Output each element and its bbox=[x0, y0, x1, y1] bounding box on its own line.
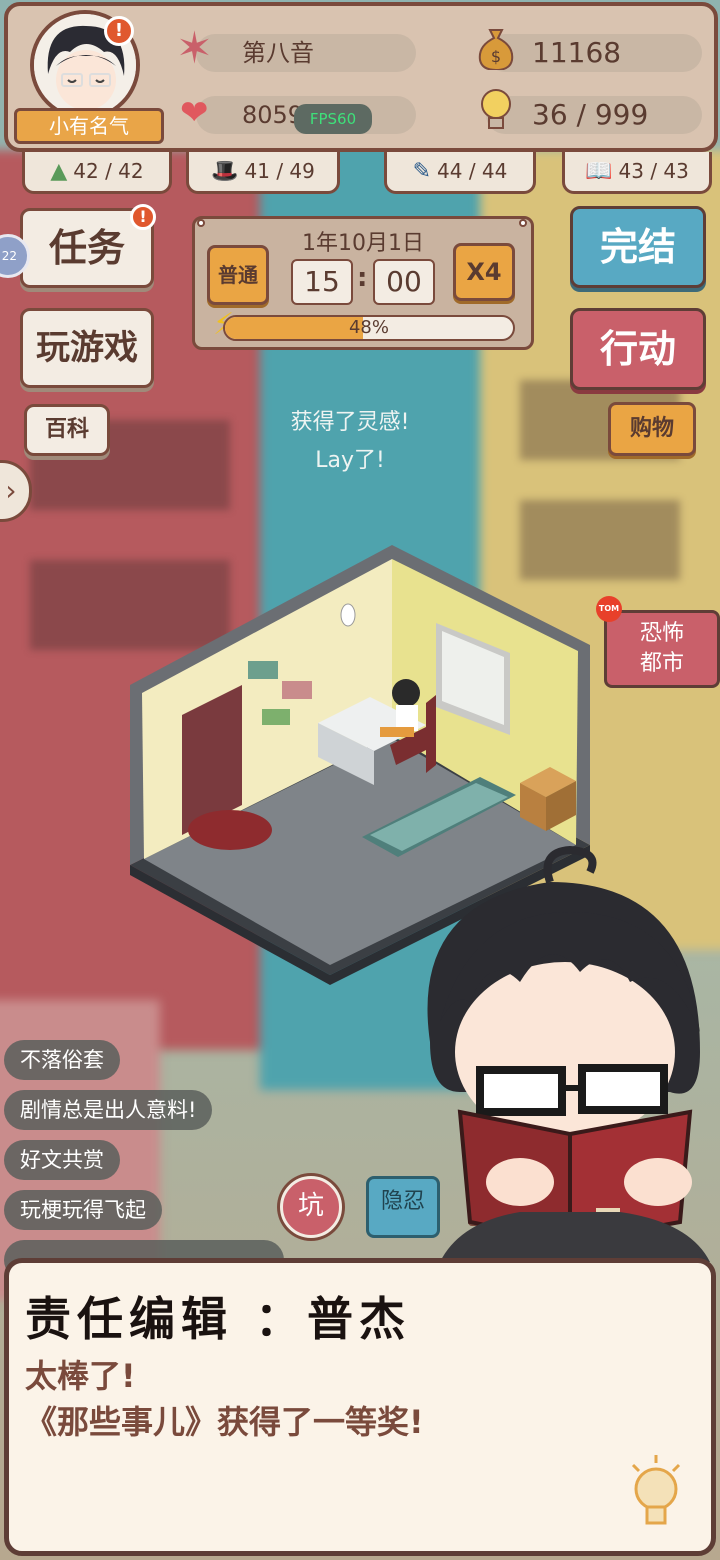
money-bag-icon: $ bbox=[476, 26, 516, 76]
stat-tab-health[interactable]: ▲ 42 / 42 bbox=[22, 152, 172, 194]
wiki-label: 百科 bbox=[44, 417, 89, 442]
progress-label: 48% bbox=[348, 317, 389, 338]
brush-icon: ✎ bbox=[412, 159, 432, 184]
dialog-box[interactable]: 责任编辑 ：普杰 太棒了! 《那些事儿》获得了一等奖! bbox=[4, 1258, 716, 1556]
speed-label: X4 bbox=[466, 258, 502, 286]
comment-bubble: 好文共赏 bbox=[4, 1140, 120, 1180]
shop-label: 购物 bbox=[629, 416, 674, 441]
hat-icon: 🎩 bbox=[211, 159, 239, 184]
floating-text-1: 获得了灵感! bbox=[290, 410, 410, 435]
task-label: 任务 bbox=[48, 226, 125, 270]
finish-label: 完结 bbox=[599, 225, 676, 269]
comment-bubble: 不落俗套 bbox=[4, 1040, 120, 1080]
comment-bubble: 剧情总是出人意料! bbox=[4, 1090, 213, 1130]
mode-button[interactable]: 普通 bbox=[207, 245, 269, 305]
svg-text:$: $ bbox=[491, 47, 501, 66]
hearts-icon: ❤ bbox=[180, 93, 209, 133]
time-panel: 1年10月1日 普通 15 : 00 X4 ⚡ 48% bbox=[192, 216, 534, 350]
horror-city-event-card[interactable]: 恐怖 都市 bbox=[604, 610, 720, 688]
hint-lightbulb-icon[interactable] bbox=[623, 1453, 689, 1533]
task-alert-badge: ! bbox=[130, 204, 156, 230]
pit-label: 坑 bbox=[297, 1191, 324, 1221]
fps-counter: FPS60 bbox=[294, 104, 372, 134]
hour-display: 15 bbox=[291, 259, 353, 305]
time-colon: : bbox=[357, 263, 368, 293]
dialog-speaker: 责任编辑 ：普杰 bbox=[25, 1292, 412, 1346]
rank-banner: 小有名气 bbox=[14, 108, 164, 144]
finish-button[interactable]: 完结 bbox=[570, 206, 706, 288]
mode-label: 普通 bbox=[218, 263, 258, 287]
event-card-line2: 都市 bbox=[639, 651, 684, 676]
inspiration-amount: 36 / 999 bbox=[532, 98, 649, 131]
avatar-alert-badge: ! bbox=[104, 16, 134, 46]
book-icon: 📖 bbox=[585, 159, 613, 184]
stat-health-value: 42 / 42 bbox=[73, 159, 144, 183]
comment-bubble: 玩梗玩得飞起 bbox=[4, 1190, 162, 1230]
pit-button[interactable]: 坑 bbox=[280, 1176, 342, 1238]
money-field: 11168 bbox=[486, 34, 702, 72]
day-progress-bar: 48% bbox=[223, 315, 515, 341]
inspiration-field: 36 / 999 bbox=[486, 96, 702, 134]
shop-button[interactable]: 购物 bbox=[608, 402, 696, 456]
dialog-line-2: 《那些事儿》获得了一等奖! bbox=[25, 1403, 424, 1441]
name-field: 第八音 bbox=[196, 34, 416, 72]
panel-rivet-right bbox=[519, 219, 527, 227]
speed-button[interactable]: X4 bbox=[453, 243, 515, 301]
floating-text-2: Lay了! bbox=[315, 448, 385, 473]
lightbulb-icon bbox=[476, 86, 516, 144]
panel-rivet-left bbox=[197, 219, 205, 227]
editor-portrait bbox=[427, 845, 710, 1262]
event-card-line1: 恐怖 bbox=[639, 621, 684, 646]
star-badge-icon: ✶ bbox=[176, 23, 213, 74]
stat-knowledge-value: 43 / 43 bbox=[618, 159, 689, 183]
wiki-button[interactable]: 百科 bbox=[24, 404, 110, 456]
stat-tab-style[interactable]: 🎩 41 / 49 bbox=[186, 152, 340, 194]
money-amount: 11168 bbox=[532, 36, 622, 69]
dialog-line-1: 太棒了! bbox=[25, 1357, 136, 1395]
stat-tab-writing[interactable]: ✎ 44 / 44 bbox=[384, 152, 536, 194]
action-label: 行动 bbox=[599, 327, 676, 371]
mountain-icon: ▲ bbox=[50, 159, 68, 184]
stat-tab-knowledge[interactable]: 📖 43 / 43 bbox=[562, 152, 712, 194]
play-game-button[interactable]: 玩游戏 bbox=[20, 308, 154, 388]
stat-style-value: 41 / 49 bbox=[244, 159, 315, 183]
play-game-label: 玩游戏 bbox=[36, 328, 138, 368]
action-button[interactable]: 行动 bbox=[570, 308, 706, 390]
stat-writing-value: 44 / 44 bbox=[437, 159, 508, 183]
minute-display: 00 bbox=[373, 259, 435, 305]
event-tag-badge: TOM bbox=[596, 596, 622, 622]
author-name: 第八音 bbox=[242, 39, 314, 67]
